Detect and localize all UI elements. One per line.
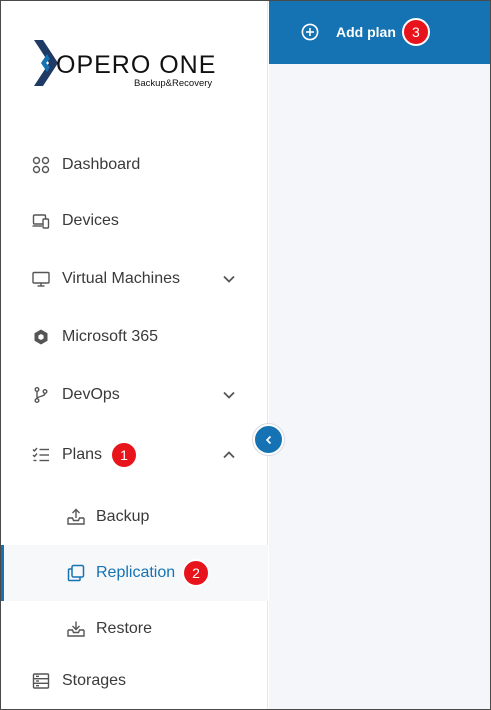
sidebar-subitem-backup[interactable]: Backup xyxy=(0,489,268,545)
upload-tray-icon xyxy=(67,508,85,525)
step-badge: 1 xyxy=(110,441,138,469)
xopero-x-mark-icon xyxy=(34,40,58,86)
sidebar-item-virtual-machines[interactable]: Virtual Machines xyxy=(0,251,268,307)
plus-circle-icon xyxy=(301,23,319,41)
main-content: Add plan 3 xyxy=(269,0,491,710)
sidebar-subitem-restore[interactable]: Restore xyxy=(0,601,268,657)
download-tray-icon xyxy=(67,621,85,637)
sidebar: OPERO ONE Backup&Recovery Dashboard Devi… xyxy=(0,0,268,710)
sidebar-item-label: Devices xyxy=(62,212,119,229)
devices-icon xyxy=(32,214,50,229)
sidebar-item-devops[interactable]: DevOps xyxy=(0,367,268,423)
storage-icon xyxy=(32,673,50,689)
sidebar-item-devices[interactable]: Devices xyxy=(0,193,268,249)
sidebar-item-label: Microsoft 365 xyxy=(62,328,159,345)
chevron-down-icon[interactable] xyxy=(222,388,236,402)
logo-tagline: Backup&Recovery xyxy=(134,78,213,89)
sidebar-item-dashboard[interactable]: Dashboard xyxy=(0,137,268,193)
chevron-up-icon[interactable] xyxy=(222,448,236,462)
sidebar-collapse-button[interactable] xyxy=(253,424,284,455)
add-plan-button[interactable]: Add plan 3 xyxy=(301,18,430,46)
sidebar-item-label: Plans xyxy=(62,446,103,463)
sidebar-item-storages[interactable]: Storages xyxy=(0,653,268,709)
monitor-icon xyxy=(32,271,50,287)
dashboard-grid-icon xyxy=(32,156,50,174)
sidebar-subitem-replication[interactable]: Replication 2 xyxy=(0,545,268,601)
sidebar-subitem-label: Backup xyxy=(96,508,150,525)
add-plan-label: Add plan xyxy=(336,24,396,40)
logo-wordmark: OPERO ONE xyxy=(56,51,217,79)
step-badge: 3 xyxy=(401,18,430,46)
sidebar-item-label: Virtual Machines xyxy=(62,270,180,287)
xopero-logo: OPERO ONE Backup&Recovery xyxy=(34,40,224,90)
sidebar-item-label: Dashboard xyxy=(62,156,141,173)
microsoft-365-icon xyxy=(34,329,48,345)
checklist-icon xyxy=(32,447,49,462)
sidebar-item-microsoft-365[interactable]: Microsoft 365 xyxy=(0,309,268,365)
top-bar: Add plan 3 xyxy=(269,0,491,64)
sidebar-subitem-label: Replication xyxy=(96,564,176,581)
sidebar-item-plans[interactable]: Plans 1 xyxy=(0,427,268,483)
sidebar-item-label: DevOps xyxy=(62,386,120,403)
sidebar-subitem-label: Restore xyxy=(96,620,153,637)
step-badge: 2 xyxy=(182,559,210,587)
chevron-left-icon xyxy=(265,435,271,444)
git-branch-icon xyxy=(34,387,48,403)
copy-icon xyxy=(67,564,85,582)
sidebar-item-label: Storages xyxy=(62,672,127,689)
chevron-down-icon[interactable] xyxy=(222,272,236,286)
